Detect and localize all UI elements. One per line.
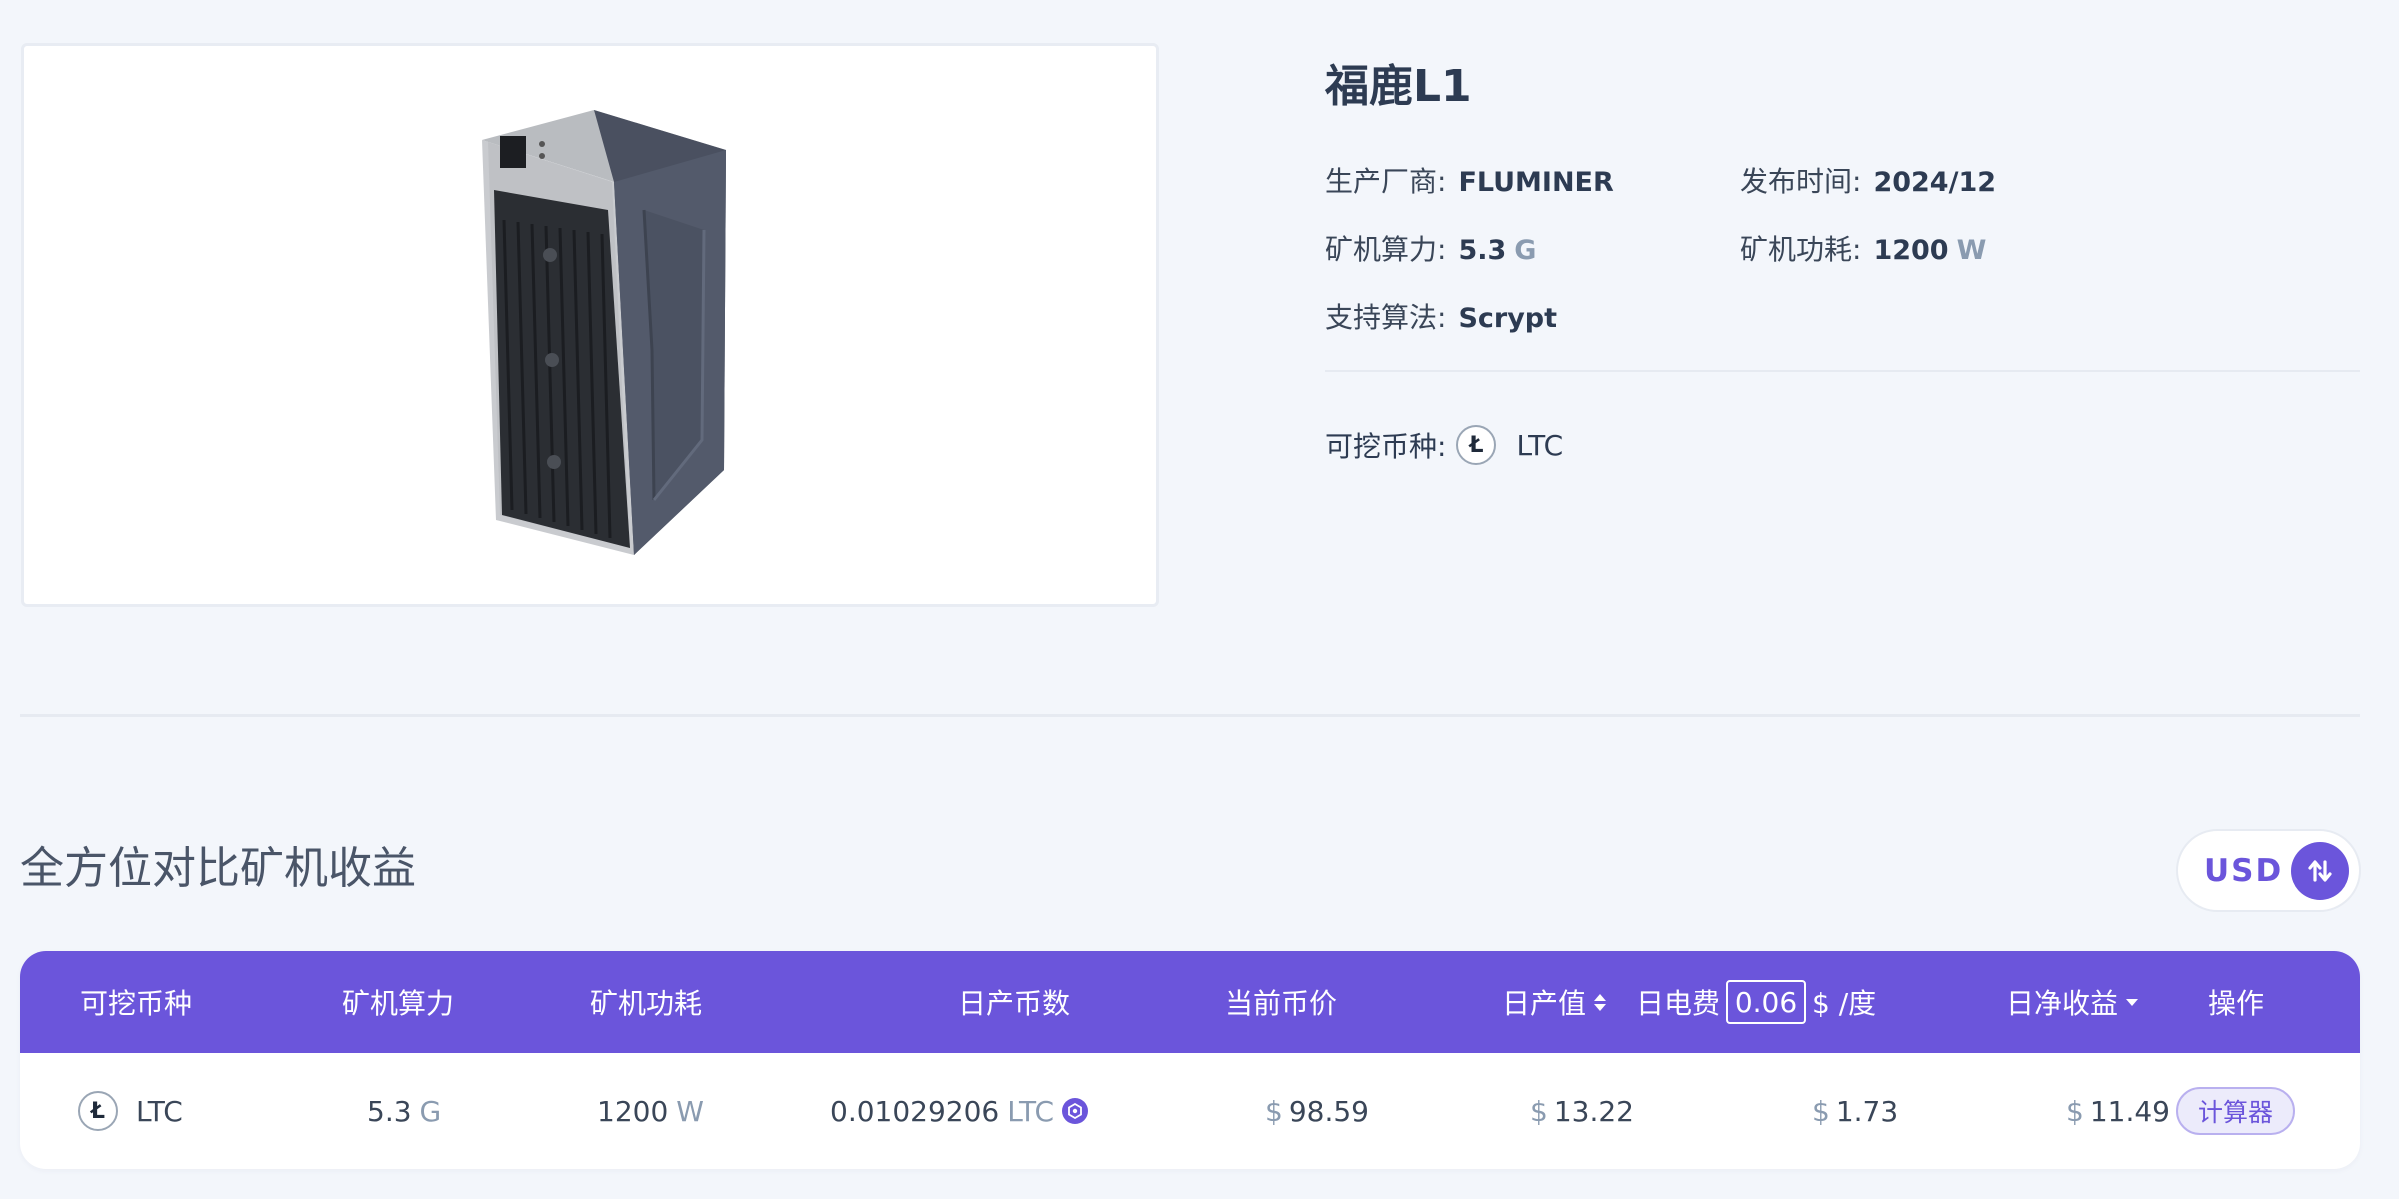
daily-net-label: 日净收益 — [2006, 987, 2119, 1020]
cell-daily-net: $ 11.49 — [2066, 1053, 2170, 1169]
coins-label: 可挖币种: — [1325, 430, 1447, 463]
product-image-card — [21, 43, 1159, 607]
spec-label: 矿机功耗: — [1740, 233, 1862, 266]
mining-pool-icon[interactable] — [1062, 1098, 1088, 1124]
litecoin-icon: Ł — [1456, 425, 1497, 465]
cell-daily-fee: $ 1.73 — [1812, 1053, 1898, 1169]
sort-both-icon[interactable] — [1594, 993, 1607, 1011]
fee-unit-label: $ /度 — [1812, 987, 1877, 1020]
spec-algorithm: 支持算法: Scrypt — [1325, 296, 1557, 336]
currency-toggle-button[interactable]: USD — [2176, 829, 2361, 912]
spec-unit: G — [1514, 235, 1537, 266]
electricity-fee-input[interactable] — [1726, 980, 1807, 1024]
section-divider — [20, 714, 2360, 717]
currency-symbol: $ — [1812, 1094, 1830, 1128]
spec-label: 发布时间: — [1740, 165, 1862, 198]
spec-power: 矿机功耗: 1200 W — [1740, 228, 1986, 268]
daily-output-value: 13.22 — [1553, 1094, 1634, 1128]
spec-value: 1200 — [1873, 235, 1949, 266]
daily-coins-value: 0.01029206 — [830, 1094, 1000, 1128]
cell-price: $ 98.59 — [1265, 1053, 1369, 1169]
daily-fee-label: 日电费 — [1636, 987, 1721, 1020]
power-value: 1200 — [597, 1094, 669, 1128]
power-unit: W — [676, 1094, 704, 1128]
miner-product-image — [482, 110, 726, 555]
info-divider — [1325, 370, 2360, 372]
daily-fee-value: 1.73 — [1835, 1094, 1899, 1128]
daily-output-label: 日产值 — [1502, 987, 1587, 1020]
spec-manufacturer: 生产厂商: FLUMINER — [1325, 160, 1614, 200]
spec-release-date: 发布时间: 2024/12 — [1740, 160, 1996, 200]
cell-hashrate: 5.3 G — [367, 1053, 441, 1169]
cell-power: 1200 W — [597, 1053, 704, 1169]
coin-link-ltc[interactable]: LTC — [1516, 429, 1563, 462]
column-header-action: 操作 — [2208, 987, 2265, 1020]
product-title: 福鹿L1 — [1325, 61, 1472, 112]
spec-value: 5.3 — [1458, 235, 1507, 266]
currency-symbol: $ — [1265, 1094, 1283, 1128]
column-header-coin: 可挖币种 — [80, 987, 193, 1020]
spec-hashrate: 矿机算力: 5.3 G — [1325, 228, 1536, 268]
sort-down-icon[interactable] — [2126, 998, 2139, 1006]
section-title: 全方位对比矿机收益 — [20, 843, 416, 894]
column-header-hashrate: 矿机算力 — [342, 987, 455, 1020]
spec-unit: W — [1956, 235, 1987, 266]
calculator-button[interactable]: 计算器 — [2176, 1087, 2295, 1135]
column-header-daily-coins: 日产币数 — [958, 987, 1071, 1020]
mineable-coins: 可挖币种: Ł LTC — [1325, 425, 1563, 465]
column-header-daily-output[interactable]: 日产值 — [1502, 951, 1607, 1053]
swap-arrows-icon[interactable] — [2291, 842, 2349, 900]
currency-symbol: $ — [1530, 1094, 1548, 1128]
column-header-daily-net[interactable]: 日净收益 — [2006, 951, 2139, 1053]
income-comparison-table: 可挖币种 矿机算力 矿机功耗 日产币数 当前币价 日产值 日电费 $ /度 日净… — [20, 951, 2360, 1169]
column-header-price: 当前币价 — [1225, 987, 1338, 1020]
spec-value: 2024/12 — [1873, 167, 1997, 198]
currency-symbol: $ — [2066, 1094, 2084, 1128]
column-header-daily-fee: 日电费 $ /度 — [1636, 951, 1876, 1053]
column-header-power: 矿机功耗 — [590, 987, 703, 1020]
cell-daily-coins: 0.01029206 LTC — [830, 1053, 1088, 1169]
coin-name: LTC — [136, 1094, 183, 1128]
spec-label: 支持算法: — [1325, 301, 1447, 334]
hashrate-value: 5.3 — [367, 1094, 412, 1128]
daily-coins-unit: LTC — [1007, 1094, 1054, 1128]
price-value: 98.59 — [1288, 1094, 1369, 1128]
cell-coin: Ł LTC — [78, 1053, 183, 1169]
spec-value: FLUMINER — [1458, 167, 1614, 198]
hashrate-unit: G — [419, 1094, 442, 1128]
spec-label: 生产厂商: — [1325, 165, 1447, 198]
daily-net-value: 11.49 — [2089, 1094, 2170, 1128]
cell-action: 计算器 — [2176, 1053, 2295, 1169]
litecoin-icon: Ł — [78, 1091, 118, 1131]
cell-daily-output: $ 13.22 — [1530, 1053, 1634, 1169]
spec-label: 矿机算力: — [1325, 233, 1447, 266]
currency-label: USD — [2204, 852, 2284, 889]
spec-value: Scrypt — [1458, 303, 1558, 334]
